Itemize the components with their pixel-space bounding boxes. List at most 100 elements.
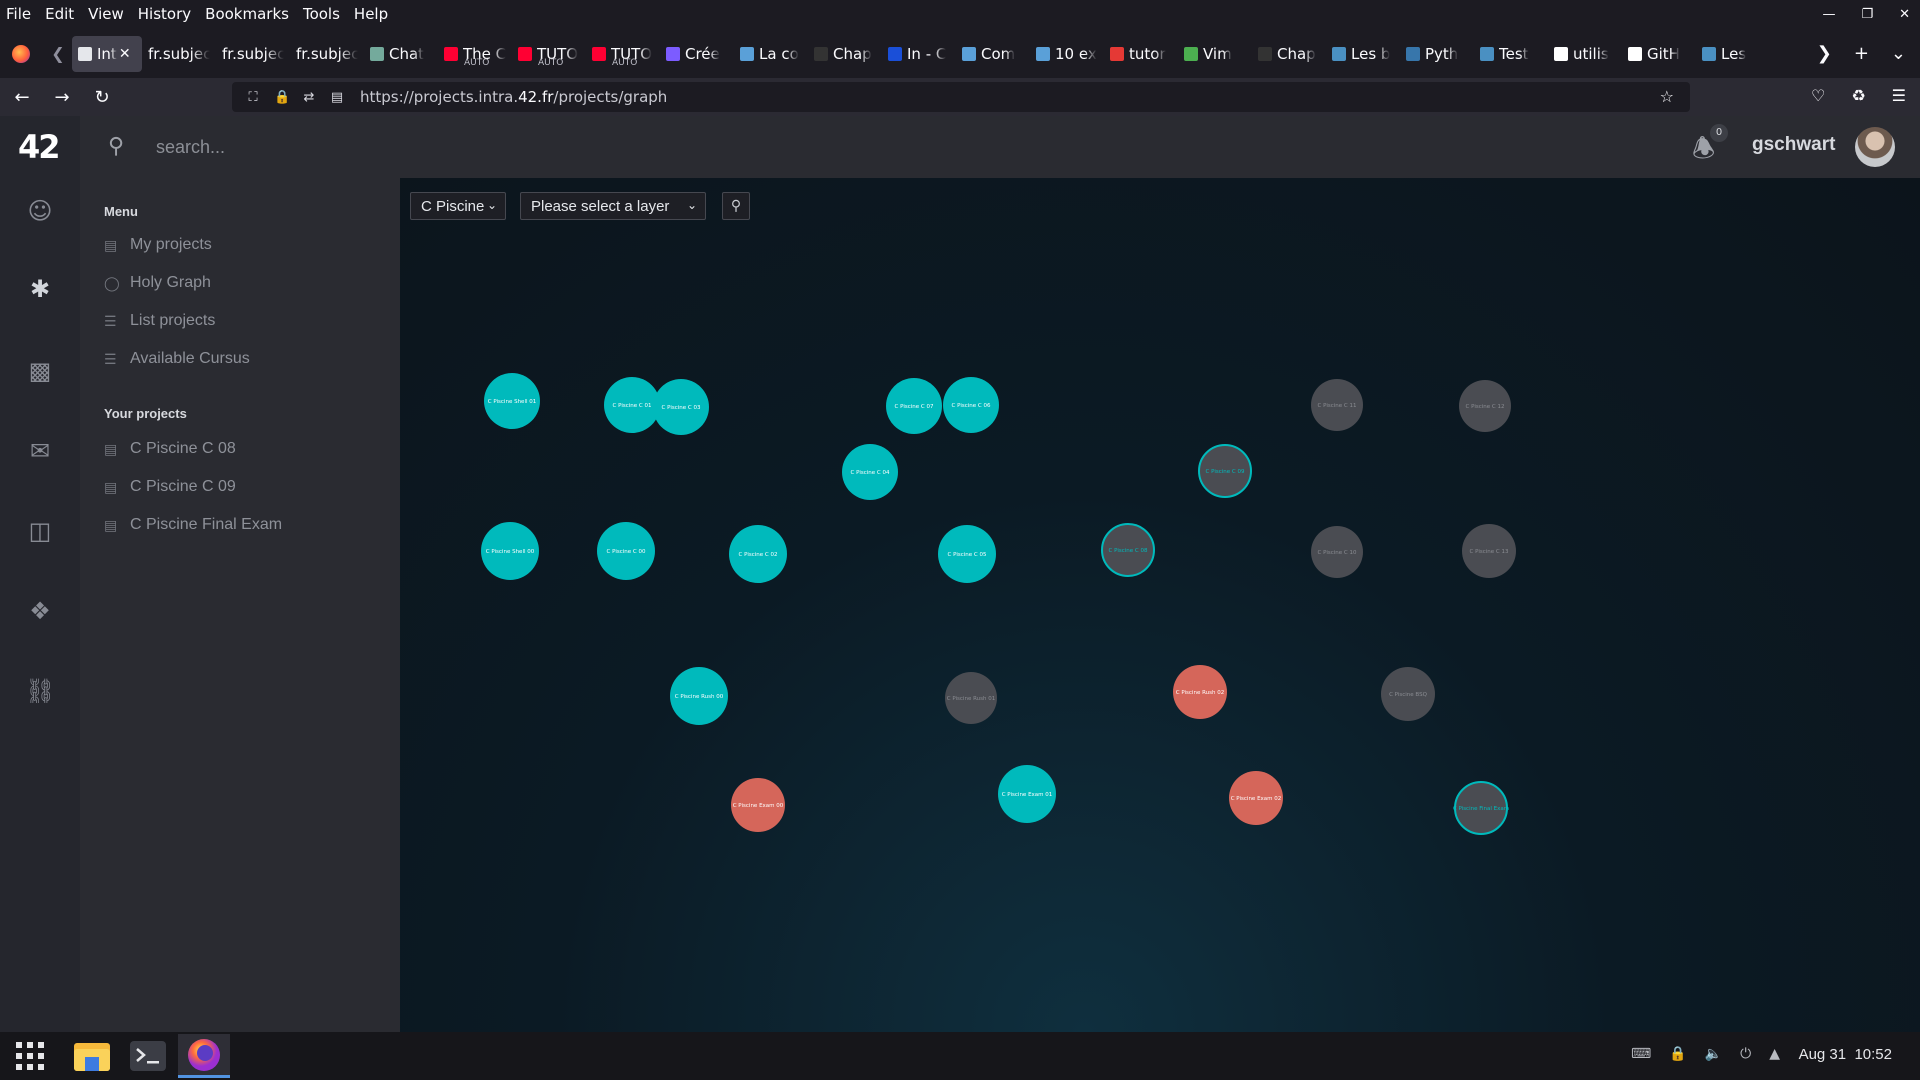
graph-node[interactable]: C Piscine Exam 00: [731, 778, 785, 832]
forum-icon[interactable]: ✉: [25, 436, 55, 466]
browser-tab[interactable]: fr.subjec: [142, 36, 216, 72]
back-icon[interactable]: ←: [4, 87, 40, 108]
graph-node[interactable]: C Piscine C 11: [1311, 379, 1363, 431]
menu-available-cursus[interactable]: ☰ Available Cursus: [104, 350, 250, 368]
holy-graph-icon[interactable]: ✱: [25, 274, 55, 304]
graph-node[interactable]: C Piscine C 05: [938, 525, 996, 583]
lock-icon[interactable]: 🔒: [1669, 1046, 1686, 1062]
profile-icon[interactable]: ☺: [25, 196, 55, 226]
tray-expand-icon[interactable]: ▲: [1769, 1046, 1780, 1062]
explore-icon[interactable]: ❖: [25, 596, 55, 626]
menu-history[interactable]: History: [132, 0, 199, 29]
browser-tab[interactable]: Com: [956, 36, 1030, 72]
graph-node[interactable]: C Piscine C 02: [729, 525, 787, 583]
browser-tab[interactable]: Int ✕: [72, 35, 142, 72]
graph-node[interactable]: C Piscine C 10: [1311, 526, 1363, 578]
volume-icon[interactable]: 🔈: [1705, 1046, 1722, 1062]
bookmark-star-icon[interactable]: ☆: [1660, 87, 1674, 106]
minimize-icon[interactable]: —: [1822, 0, 1835, 29]
graph-node[interactable]: C Piscine C 00: [597, 522, 655, 580]
lock-icon[interactable]: 🔒: [274, 90, 290, 105]
firefox-app-icon[interactable]: [178, 1034, 230, 1078]
menu-my-projects[interactable]: ▤ My projects: [104, 236, 212, 254]
app-grid-icon[interactable]: [4, 1034, 56, 1078]
elearning-icon[interactable]: ▩: [25, 356, 55, 386]
clock[interactable]: Aug 31 10:52: [1799, 1046, 1892, 1063]
tab-close-icon[interactable]: ✕: [119, 46, 131, 62]
reload-icon[interactable]: ↻: [84, 87, 120, 108]
extensions-icon[interactable]: ♻: [1851, 86, 1865, 105]
browser-tab[interactable]: fr.subjec: [216, 36, 290, 72]
graph-node[interactable]: C Piscine Exam 02: [1229, 771, 1283, 825]
graph-node[interactable]: C Piscine C 13: [1462, 524, 1516, 578]
graph-node[interactable]: C Piscine C 08: [1101, 523, 1155, 577]
browser-tab[interactable]: Les b: [1326, 36, 1400, 72]
reader-view-icon[interactable]: ▤: [330, 90, 344, 105]
forward-icon[interactable]: →: [44, 87, 80, 108]
graph-node[interactable]: C Piscine Rush 01: [945, 672, 997, 724]
menu-list-projects[interactable]: ☰ List projects: [104, 312, 215, 330]
companies-icon[interactable]: ◫: [25, 516, 55, 546]
search-icon[interactable]: ⚲: [108, 134, 124, 159]
graph-node[interactable]: C Piscine Shell 01: [484, 373, 540, 429]
browser-tab[interactable]: fr.subjec: [290, 36, 364, 72]
browser-tab[interactable]: Chat: [364, 36, 438, 72]
url-text[interactable]: https://projects.intra.42.fr/projects/gr…: [360, 88, 667, 106]
menu-edit[interactable]: Edit: [39, 0, 82, 29]
power-icon[interactable]: ⏻: [1740, 1046, 1751, 1062]
graph-node[interactable]: C Piscine C 03: [653, 379, 709, 435]
graph-node[interactable]: C Piscine BSQ: [1381, 667, 1435, 721]
menu-file[interactable]: File: [0, 0, 39, 29]
browser-tab[interactable]: Vim: [1178, 36, 1252, 72]
close-window-icon[interactable]: ✕: [1899, 0, 1910, 29]
url-bar[interactable]: ⛶ 🔒 ⇄ ▤ https://projects.intra.42.fr/pro…: [232, 82, 1690, 112]
browser-tab[interactable]: Chap: [808, 36, 882, 72]
project-link-final-exam[interactable]: ▤ C Piscine Final Exam: [104, 516, 282, 534]
graph-node[interactable]: C Piscine C 01: [604, 377, 660, 433]
menu-view[interactable]: View: [82, 0, 132, 29]
browser-tab[interactable]: Chap: [1252, 36, 1326, 72]
graph-node[interactable]: C Piscine Shell 00: [481, 522, 539, 580]
browser-tab[interactable]: Test: [1474, 36, 1548, 72]
browser-tab[interactable]: Les: [1696, 36, 1770, 72]
avatar[interactable]: [1855, 127, 1895, 167]
shield-icon[interactable]: ⛶: [246, 90, 260, 105]
graph-node[interactable]: C Piscine Rush 00: [670, 667, 728, 725]
terminal-app-icon[interactable]: [122, 1034, 174, 1078]
browser-tab[interactable]: 10 ex: [1030, 36, 1104, 72]
project-link-c08[interactable]: ▤ C Piscine C 08: [104, 440, 236, 458]
graph-node[interactable]: C Piscine C 07: [886, 378, 942, 434]
42-logo[interactable]: 42: [18, 128, 61, 166]
menu-holy-graph[interactable]: ◯ Holy Graph: [104, 274, 211, 292]
browser-tab[interactable]: Pyth: [1400, 36, 1474, 72]
list-all-tabs-icon[interactable]: ⌄: [1891, 43, 1906, 64]
browser-tab[interactable]: In - C: [882, 36, 956, 72]
restore-icon[interactable]: ❐: [1861, 0, 1873, 29]
browser-tab[interactable]: TUTO AUTO: [512, 36, 586, 72]
graph-node[interactable]: C Piscine C 12: [1459, 380, 1511, 432]
browser-tab[interactable]: tutor: [1104, 36, 1178, 72]
project-link-c09[interactable]: ▤ C Piscine C 09: [104, 478, 236, 496]
browser-tab[interactable]: utilis: [1548, 36, 1622, 72]
search-input[interactable]: [156, 132, 556, 162]
graph-node[interactable]: C Piscine Rush 02: [1173, 665, 1227, 719]
pocket-icon[interactable]: ♡: [1811, 86, 1825, 105]
tab-scroll-left-icon[interactable]: ❮: [44, 44, 72, 63]
menu-tools[interactable]: Tools: [297, 0, 348, 29]
menu-help[interactable]: Help: [348, 0, 396, 29]
browser-tab[interactable]: The C AUTO: [438, 36, 512, 72]
graph-node[interactable]: C Piscine C 09: [1198, 444, 1252, 498]
menu-bookmarks[interactable]: Bookmarks: [199, 0, 297, 29]
files-app-icon[interactable]: [66, 1034, 118, 1078]
permissions-icon[interactable]: ⇄: [302, 90, 316, 105]
browser-tab[interactable]: Crée: [660, 36, 734, 72]
graph-node[interactable]: C Piscine Final Exam: [1453, 781, 1509, 835]
username[interactable]: gschwart: [1752, 134, 1835, 156]
shop-icon[interactable]: ⛓: [25, 676, 55, 706]
graph-node[interactable]: C Piscine C 04: [842, 444, 898, 500]
tab-scroll-right-icon[interactable]: ❯: [1817, 43, 1832, 64]
keyboard-icon[interactable]: ⌨: [1631, 1046, 1651, 1062]
browser-tab[interactable]: GitH: [1622, 36, 1696, 72]
graph-node[interactable]: C Piscine C 06: [943, 377, 999, 433]
app-menu-icon[interactable]: ☰: [1892, 86, 1906, 105]
